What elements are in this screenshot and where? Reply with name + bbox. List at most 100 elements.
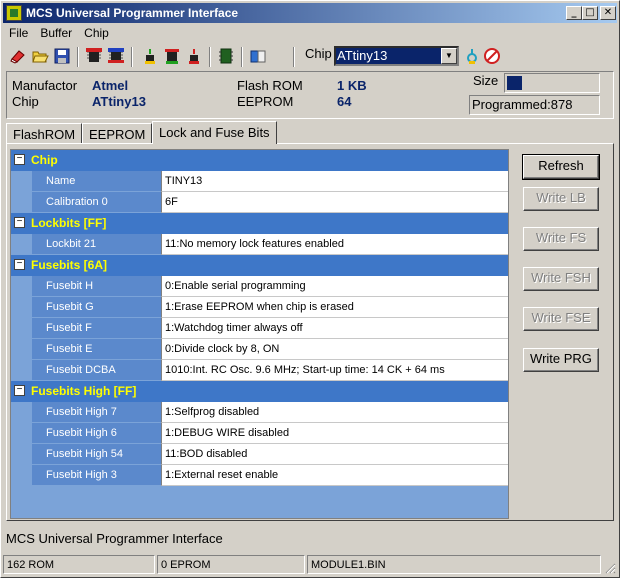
write-icon[interactable] [185, 47, 203, 65]
program-icon[interactable] [141, 47, 159, 65]
property-value[interactable]: 1:Selfprog disabled [161, 402, 508, 423]
tab-eeprom[interactable]: EEPROM [82, 123, 153, 143]
flash-rom-label: Flash ROM [237, 78, 303, 93]
group-row[interactable]: − Fusebits High [FF] [11, 381, 508, 402]
programmed-counter: Programmed:878 [469, 95, 600, 115]
property-value[interactable]: 1:External reset enable [161, 465, 508, 486]
property-row[interactable]: Fusebit High 7 1:Selfprog disabled [11, 402, 508, 423]
collapse-icon[interactable]: − [14, 217, 25, 228]
property-value[interactable]: 11:No memory lock features enabled [161, 234, 508, 255]
property-row[interactable]: Fusebit High 54 11:BOD disabled [11, 444, 508, 465]
property-name: Fusebit E [32, 339, 161, 360]
manufactor-label: Manufactor [12, 78, 78, 93]
write-fsh-button[interactable]: Write FSH [523, 267, 599, 291]
toolbar-separator [77, 47, 79, 67]
minimize-button[interactable]: _ [566, 6, 582, 20]
stop-icon[interactable] [483, 47, 501, 65]
open-icon[interactable] [31, 47, 49, 65]
write-fs-button[interactable]: Write FS [523, 227, 599, 251]
chevron-down-icon[interactable]: ▼ [441, 48, 457, 64]
toolbar-separator [241, 47, 243, 67]
property-name: Fusebit High 54 [32, 444, 161, 465]
write-prg-button[interactable]: Write PRG [523, 348, 599, 372]
collapse-icon[interactable]: − [14, 154, 25, 165]
status-eprom: 0 EPROM [157, 555, 305, 574]
property-value[interactable]: 1010:Int. RC Osc. 9.6 MHz; Start-up time… [161, 360, 508, 381]
property-row[interactable]: Fusebit E 0:Divide clock by 8, ON [11, 339, 508, 360]
property-row[interactable]: Fusebit High 6 1:DEBUG WIRE disabled [11, 423, 508, 444]
flash-rom-value: 1 KB [337, 78, 367, 93]
config-icon[interactable] [249, 47, 267, 65]
menu-chip[interactable]: Chip [78, 24, 115, 40]
property-row[interactable]: Fusebit H 0:Enable serial programming [11, 276, 508, 297]
property-value[interactable]: 1:Erase EEPROM when chip is erased [161, 297, 508, 318]
property-name: Fusebit High 6 [32, 423, 161, 444]
group-name: Lockbits [FF] [31, 216, 107, 230]
property-value[interactable]: 0:Divide clock by 8, ON [161, 339, 508, 360]
maximize-button[interactable]: □ [582, 6, 598, 20]
property-row[interactable]: Fusebit F 1:Watchdog timer always off [11, 318, 508, 339]
tab-lock-fuse-bits[interactable]: Lock and Fuse Bits [152, 121, 277, 144]
write-lb-button[interactable]: Write LB [523, 187, 599, 211]
eeprom-value: 64 [337, 94, 352, 109]
group-row[interactable]: − Lockbits [FF] [11, 213, 508, 234]
property-value[interactable]: 11:BOD disabled [161, 444, 508, 465]
size-progress-bar [504, 73, 600, 93]
lock-fuse-panel: − Chip Name TINY13 Calibration 0 6F − Lockbits … [6, 143, 614, 521]
chip-info-label: Chip [12, 94, 39, 109]
property-value[interactable]: TINY13 [161, 171, 508, 192]
eeprom-label: EEPROM [237, 94, 294, 109]
size-label: Size [473, 73, 499, 88]
property-value[interactable]: 6F [161, 192, 508, 213]
blank-check-icon[interactable] [163, 47, 181, 65]
title-bar[interactable]: MCS Universal Programmer Interface _ □ ✕ [3, 3, 617, 23]
chip-select[interactable]: ATtiny13 ▼ [334, 46, 459, 66]
menu-buffer[interactable]: Buffer [34, 24, 78, 40]
save-icon[interactable] [53, 47, 71, 65]
property-value[interactable]: 1:DEBUG WIRE disabled [161, 423, 508, 444]
property-value[interactable]: 1:Watchdog timer always off [161, 318, 508, 339]
power-icon[interactable] [463, 47, 481, 65]
group-name: Fusebits High [FF] [31, 384, 137, 398]
fuse-property-grid: − Chip Name TINY13 Calibration 0 6F − Lockbits … [10, 149, 509, 519]
property-row[interactable]: Lockbit 21 11:No memory lock features ena… [11, 234, 508, 255]
manufactor-value: Atmel [92, 78, 129, 93]
group-row[interactable]: − Fusebits [6A] [11, 255, 508, 276]
write-fse-button[interactable]: Write FSE [523, 307, 599, 331]
property-row[interactable]: Fusebit DCBA 1010:Int. RC Osc. 9.6 MHz; S… [11, 360, 508, 381]
property-name: Fusebit High 7 [32, 402, 161, 423]
status-bar: 162 ROM 0 EPROM MODULE1.BIN [3, 555, 617, 575]
erase-icon[interactable] [9, 47, 27, 65]
main-window: MCS Universal Programmer Interface _ □ ✕… [0, 0, 620, 578]
chip-label: Chip [305, 46, 332, 61]
app-icon [6, 5, 22, 21]
group-row[interactable]: − Chip [11, 150, 508, 171]
status-file: MODULE1.BIN [307, 555, 601, 574]
collapse-icon[interactable]: − [14, 385, 25, 396]
property-row[interactable]: Name TINY13 [11, 171, 508, 192]
collapse-icon[interactable]: − [14, 259, 25, 270]
refresh-button[interactable]: Refresh [522, 154, 600, 180]
property-row[interactable]: Fusebit G 1:Erase EEPROM when chip is era… [11, 297, 508, 318]
property-name: Name [32, 171, 161, 192]
menu-file[interactable]: File [3, 24, 34, 40]
read-icon[interactable] [85, 47, 103, 65]
property-value[interactable]: 0:Enable serial programming [161, 276, 508, 297]
menu-bar: File Buffer Chip [3, 24, 617, 42]
property-name: Lockbit 21 [32, 234, 161, 255]
close-button[interactable]: ✕ [600, 6, 616, 20]
property-row[interactable]: Fusebit High 3 1:External reset enable [11, 465, 508, 486]
property-name: Fusebit H [32, 276, 161, 297]
toolbar-separator [209, 47, 211, 67]
property-name: Fusebit F [32, 318, 161, 339]
property-name: Calibration 0 [32, 192, 161, 213]
property-row[interactable]: Calibration 0 6F [11, 192, 508, 213]
resize-grip-icon[interactable] [604, 562, 616, 574]
toolbar-separator [131, 47, 133, 67]
window-title: MCS Universal Programmer Interface [26, 6, 239, 20]
verify-icon[interactable] [107, 47, 125, 65]
group-name: Fusebits [6A] [31, 258, 108, 272]
chip-icon[interactable] [217, 47, 235, 65]
tab-flashrom[interactable]: FlashROM [6, 123, 83, 143]
status-rom: 162 ROM [3, 555, 155, 574]
